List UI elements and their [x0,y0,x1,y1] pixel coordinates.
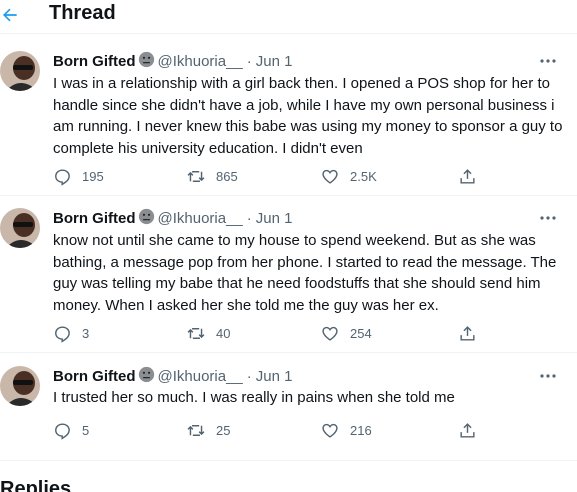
tweet[interactable]: Born Gifted @Ikhuoria__ · Jun 1 I truste… [0,366,577,461]
separator: · [246,52,252,70]
avatar[interactable] [0,366,40,406]
tweet-text: I was in a relationship with a girl back… [53,73,562,159]
author-handle[interactable]: @Ikhuoria__ [158,368,243,385]
more-button[interactable] [538,51,558,71]
retweet-icon [187,327,205,339]
author-name[interactable]: Born Gifted [53,53,136,70]
share-icon [460,422,475,438]
tweet-header: Born Gifted @Ikhuoria__ · Jun 1 [53,366,292,386]
tweet-text-line: guy was telling my babe that he need foo… [53,275,541,292]
tweet-text-line: money. When I asked her she told me the … [53,296,439,314]
reply-count: 5 [82,422,90,438]
more-button[interactable] [538,366,558,386]
tweet-date[interactable]: Jun 1 [256,53,293,70]
replies-heading: Replies [0,478,72,492]
retweet-button[interactable]: 40 [186,322,230,344]
like-count: 254 [350,325,372,341]
back-button[interactable] [0,0,26,30]
reply-button[interactable]: 5 [53,419,89,441]
tweet-text-line: I trusted her so much. I was really in p… [53,389,455,406]
neutral-face-emoji [138,208,155,229]
arrow-left-icon [3,8,17,22]
retweet-count: 40 [216,325,231,341]
author-name[interactable]: Born Gifted [53,368,136,385]
avatar[interactable] [0,51,40,91]
like-count: 2.5K [350,168,377,184]
retweet-count: 865 [216,168,238,184]
tweet-actions: 5 25 216 [53,419,483,441]
page-title: Thread [49,2,116,24]
tweet-text-line: handle since she didn't have a job, whil… [53,96,555,114]
reply-count: 3 [82,325,90,341]
heart-icon [322,423,338,438]
reply-icon [55,168,70,186]
retweet-count: 25 [216,422,231,438]
tweet-text-line: know not until she came to my house to s… [53,232,536,249]
tweet[interactable]: Born Gifted @Ikhuoria__ · Jun 1 I was in… [0,51,577,196]
neutral-face-emoji [138,366,155,387]
share-button[interactable] [458,165,477,187]
heart-icon [322,169,338,184]
tweet-header: Born Gifted @Ikhuoria__ · Jun 1 [53,51,292,71]
separator: · [246,209,252,227]
more-horizontal-icon [540,59,556,63]
retweet-icon [187,424,205,436]
share-button[interactable] [458,419,477,441]
retweet-icon [187,170,205,182]
tweet-text: I trusted her so much. I was really in p… [53,387,455,409]
tweet-actions: 195 865 2.5K [53,165,483,187]
neutral-face-emoji [138,51,155,72]
author-handle[interactable]: @Ikhuoria__ [158,53,243,70]
author-handle[interactable]: @Ikhuoria__ [158,210,243,227]
more-button[interactable] [538,208,558,228]
reply-button[interactable]: 3 [53,322,89,344]
more-horizontal-icon [540,216,556,220]
tweet-date[interactable]: Jun 1 [256,368,293,385]
share-icon [460,325,475,341]
tweet-text-line: complete his university education. I did… [53,139,363,157]
tweet-text-line: bathing, a message pop from her phone. I… [53,253,557,271]
tweet-text: know not until she came to my house to s… [53,230,556,316]
author-name[interactable]: Born Gifted [53,210,136,227]
heart-icon [322,326,338,341]
tweet-date[interactable]: Jun 1 [256,210,293,227]
tweet-header: Born Gifted @Ikhuoria__ · Jun 1 [53,208,292,228]
separator: · [246,367,252,385]
avatar[interactable] [0,208,40,248]
retweet-button[interactable]: 865 [186,165,238,187]
retweet-button[interactable]: 25 [186,419,230,441]
tweet[interactable]: Born Gifted @Ikhuoria__ · Jun 1 know not… [0,208,577,353]
reply-icon [55,422,70,440]
share-icon [460,168,475,184]
share-button[interactable] [458,322,477,344]
thread-header: Thread [0,0,577,34]
like-button[interactable]: 2.5K [320,165,377,187]
like-button[interactable]: 254 [320,322,372,344]
more-horizontal-icon [540,374,556,378]
reply-count: 195 [82,168,104,184]
like-button[interactable]: 216 [320,419,372,441]
tweet-actions: 3 40 254 [53,322,483,344]
like-count: 216 [350,422,372,438]
reply-icon [55,325,70,343]
tweet-text-line: am running. I never knew this babe was u… [53,118,563,135]
tweet-text-line: I was in a relationship with a girl back… [53,75,550,92]
reply-button[interactable]: 195 [53,165,104,187]
